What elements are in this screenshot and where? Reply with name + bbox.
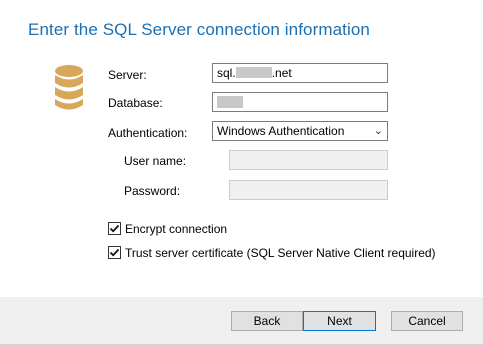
server-prefix: sql. [217, 66, 236, 80]
cancel-button[interactable]: Cancel [391, 311, 463, 331]
database-label: Database: [108, 96, 163, 110]
password-label: Password: [124, 184, 181, 198]
checkmark-icon [109, 248, 120, 257]
authentication-select[interactable]: Windows Authentication ⌄ [212, 121, 388, 141]
redacted-block [217, 96, 243, 108]
next-button[interactable]: Next [303, 311, 376, 331]
database-icon [55, 65, 83, 110]
username-input[interactable] [229, 150, 388, 170]
authentication-label: Authentication: [108, 126, 188, 140]
trust-certificate-label[interactable]: Trust server certificate (SQL Server Nat… [125, 246, 436, 260]
username-label: User name: [124, 154, 187, 168]
password-input[interactable] [229, 180, 388, 200]
page-title: Enter the SQL Server connection informat… [28, 20, 370, 39]
redacted-block [235, 67, 272, 78]
server-input[interactable]: sql. .net [212, 63, 388, 83]
authentication-value: Windows Authentication [217, 124, 345, 138]
encrypt-label[interactable]: Encrypt connection [125, 222, 227, 236]
trust-certificate-checkbox[interactable] [108, 246, 121, 259]
server-label: Server: [108, 68, 147, 82]
server-suffix: .net [271, 66, 292, 80]
encrypt-checkbox[interactable] [108, 222, 121, 235]
database-input[interactable] [212, 92, 388, 112]
checkmark-icon [109, 224, 120, 233]
back-button[interactable]: Back [231, 311, 303, 331]
chevron-down-icon[interactable]: ⌄ [374, 122, 383, 140]
